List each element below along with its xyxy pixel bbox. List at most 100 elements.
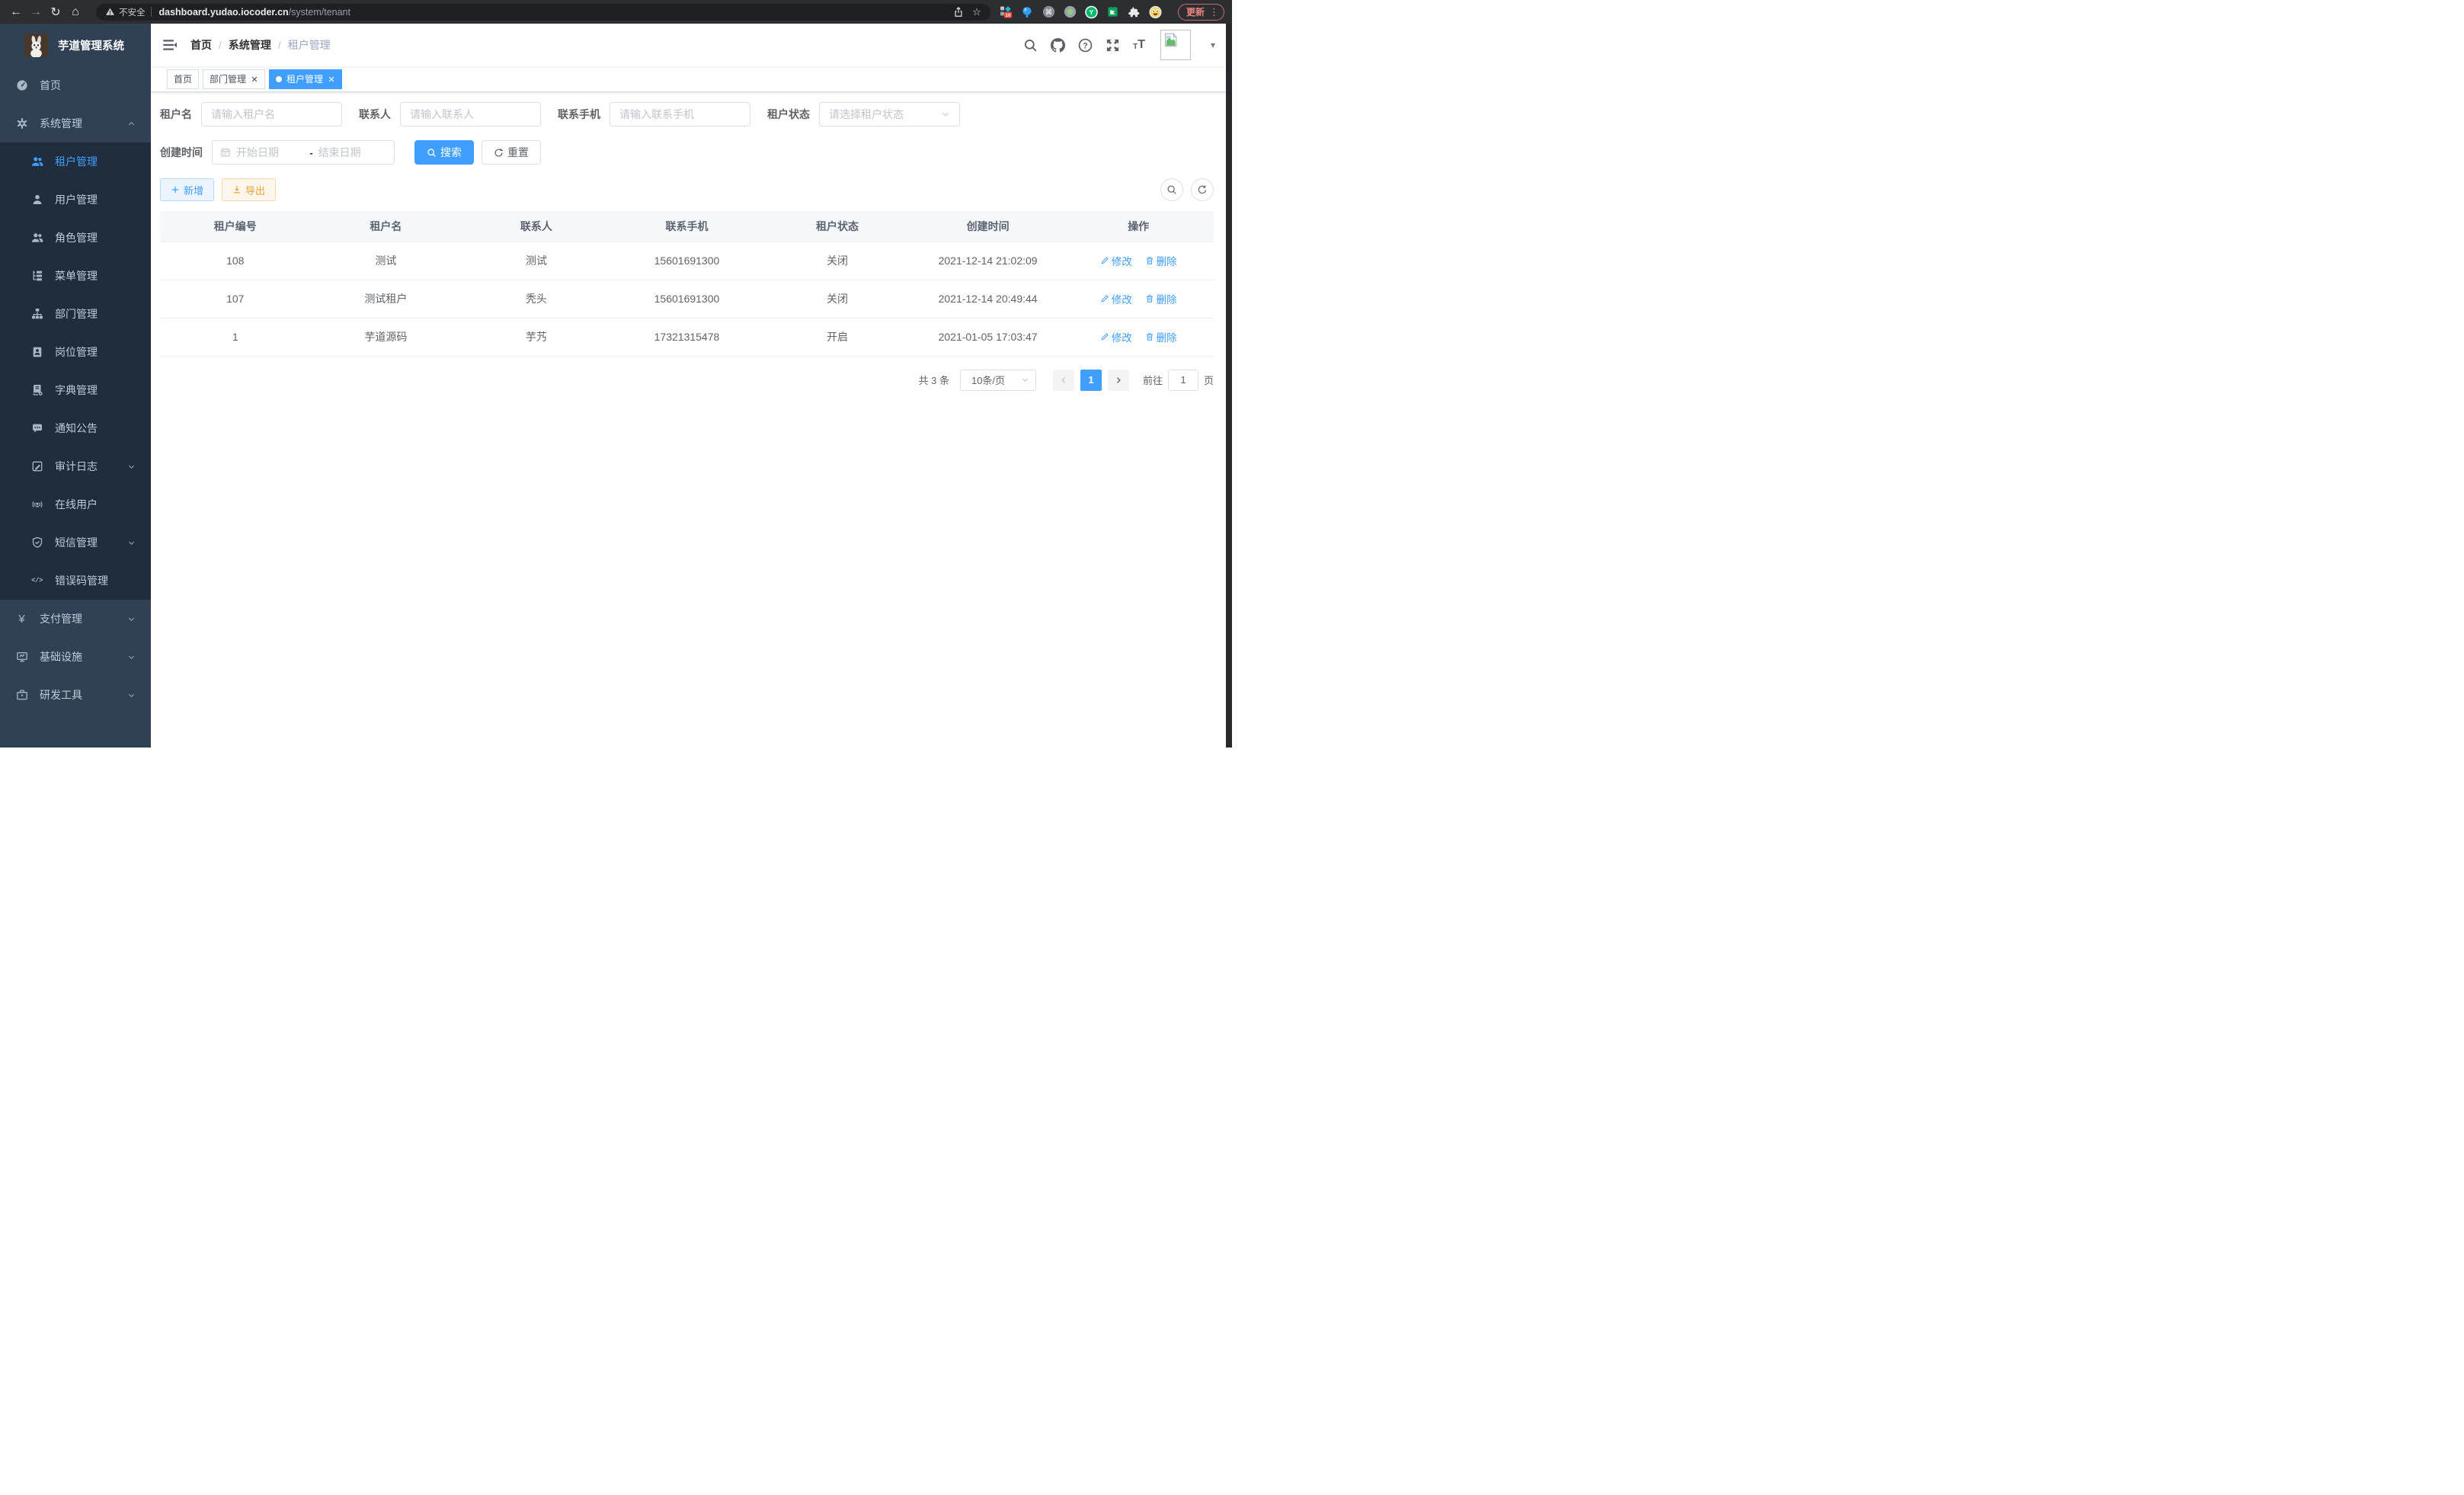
id-badge-icon (30, 346, 43, 359)
sidebar-item-sms[interactable]: 短信管理 (0, 523, 151, 562)
browser-menu-kebab-icon[interactable]: ⋮ (1209, 6, 1219, 18)
app-logo[interactable]: 芋道管理系统 (0, 24, 151, 66)
url-text[interactable]: dashboard.yudao.iocoder.cn/system/tenant (159, 7, 350, 18)
sidebar-item-home[interactable]: 首页 (0, 66, 151, 104)
breadcrumb-home[interactable]: 首页 (190, 37, 212, 53)
prev-page-button[interactable] (1053, 370, 1074, 391)
phone-input[interactable] (619, 108, 741, 120)
sidebar-item-tenant[interactable]: 租户管理 (0, 142, 151, 181)
browser-profile-avatar[interactable] (1149, 5, 1162, 18)
sidebar-item-pay[interactable]: ¥ 支付管理 (0, 600, 151, 638)
breadcrumb-system[interactable]: 系统管理 (229, 37, 271, 53)
address-bar[interactable]: 不安全 dashboard.yudao.iocoder.cn/system/te… (96, 4, 990, 21)
browser-back-icon[interactable]: ← (6, 2, 26, 22)
cell-phone: 15601691300 (612, 280, 763, 318)
export-button[interactable]: 导出 (222, 178, 276, 201)
page-size-select[interactable]: 10条/页 (960, 370, 1036, 391)
create-time-range-picker[interactable]: 开始日期 - 结束日期 (212, 140, 395, 165)
sidebar-item-label: 研发工具 (40, 687, 127, 703)
sidebar-item-user[interactable]: 用户管理 (0, 181, 151, 219)
tenant-name-input[interactable] (211, 108, 332, 120)
dashboard-icon (15, 79, 28, 92)
cell-tenant-id: 108 (160, 242, 311, 280)
sidebar-toggle-hamburger-icon[interactable] (162, 37, 178, 53)
briefcase-icon (15, 689, 28, 702)
col-tenant-name: 租户名 (311, 211, 462, 242)
chevron-down-icon (127, 615, 136, 623)
sidebar-item-label: 错误码管理 (55, 573, 136, 588)
extension-balloon-icon[interactable] (1021, 5, 1034, 18)
logo-rabbit-image (24, 34, 48, 57)
add-button[interactable]: 新增 (160, 178, 214, 201)
end-date-placeholder: 结束日期 (318, 145, 386, 160)
browser-reload-icon[interactable]: ↻ (46, 2, 66, 22)
refresh-table-icon[interactable] (1191, 178, 1214, 201)
tenants-users-icon (30, 155, 43, 168)
sidebar-item-audit-log[interactable]: 审计日志 (0, 447, 151, 485)
sidebar-item-error-code[interactable]: </> 错误码管理 (0, 562, 151, 600)
status-select[interactable]: 请选择租户状态 (819, 102, 960, 126)
browser-update-button[interactable]: 更新 ⋮ (1178, 4, 1224, 21)
sidebar-item-online-users[interactable]: 在线用户 (0, 485, 151, 523)
org-chart-icon (30, 308, 43, 321)
delete-link[interactable]: 删除 (1145, 329, 1177, 344)
next-page-button[interactable] (1108, 370, 1129, 391)
cell-tenant-name: 芋道源码 (311, 318, 462, 356)
fullscreen-icon[interactable] (1106, 38, 1120, 53)
delete-link[interactable]: 删除 (1145, 253, 1177, 268)
page-number-current[interactable]: 1 (1080, 370, 1102, 391)
extensions-puzzle-icon[interactable] (1128, 5, 1141, 18)
tree-menu-icon (30, 270, 43, 283)
table-tools (1160, 178, 1214, 201)
extension-notes-icon[interactable] (1106, 5, 1119, 18)
sidebar-item-dept[interactable]: 部门管理 (0, 295, 151, 333)
github-icon[interactable] (1051, 38, 1065, 53)
extension-yuque-icon[interactable]: Y (1085, 5, 1098, 18)
sidebar-item-label: 岗位管理 (55, 344, 136, 360)
sidebar-item-role[interactable]: 角色管理 (0, 219, 151, 257)
share-icon[interactable] (949, 4, 968, 21)
cell-status: 关闭 (762, 242, 913, 280)
tags-view-bar: 首页 部门管理 租户管理 (151, 66, 1226, 92)
bookmark-star-icon[interactable]: ☆ (968, 4, 986, 21)
sidebar-item-infra[interactable]: 基础设施 (0, 638, 151, 676)
edit-link[interactable]: 修改 (1100, 291, 1132, 306)
tenant-name-input-wrap (201, 102, 342, 126)
help-question-icon[interactable]: ? (1078, 38, 1093, 53)
goto-page-input[interactable] (1168, 370, 1198, 391)
filter-contact: 联系人 (359, 102, 541, 126)
security-label[interactable]: 不安全 (119, 6, 146, 18)
show-search-toggle-icon[interactable] (1160, 178, 1183, 201)
tab-close-icon[interactable] (328, 75, 335, 83)
page-scrollbar[interactable] (1226, 24, 1232, 748)
user-icon (30, 194, 43, 206)
extension-tabs-icon[interactable]: 10 (1000, 5, 1013, 18)
edit-link[interactable]: 修改 (1100, 253, 1132, 268)
extension-command-icon[interactable]: ⌘ (1042, 5, 1055, 18)
sidebar-item-dict[interactable]: 字典管理 (0, 371, 151, 409)
extension-recorder-icon[interactable] (1064, 5, 1077, 18)
sidebar-item-system[interactable]: 系统管理 (0, 104, 151, 142)
user-avatar[interactable] (1160, 30, 1191, 60)
chevron-down-icon (127, 539, 136, 547)
font-size-icon[interactable]: TT (1133, 39, 1145, 51)
tab-close-icon[interactable] (251, 75, 258, 83)
goto-label: 前往 (1143, 373, 1163, 387)
contact-input[interactable] (410, 108, 531, 120)
delete-link[interactable]: 删除 (1145, 291, 1177, 306)
browser-home-icon[interactable]: ⌂ (66, 2, 85, 22)
tab-tenant[interactable]: 租户管理 (269, 69, 342, 89)
avatar-caret-down-icon[interactable]: ▾ (1211, 40, 1215, 50)
sidebar-item-notice[interactable]: 通知公告 (0, 409, 151, 447)
edit-link[interactable]: 修改 (1100, 329, 1132, 344)
tab-home[interactable]: 首页 (167, 69, 199, 89)
header-search-icon[interactable] (1023, 38, 1038, 53)
tab-dept[interactable]: 部门管理 (203, 69, 265, 89)
chevron-down-icon (127, 691, 136, 699)
browser-forward-icon[interactable]: → (26, 2, 46, 22)
sidebar-item-post[interactable]: 岗位管理 (0, 333, 151, 371)
sidebar-item-menu[interactable]: 菜单管理 (0, 257, 151, 295)
reset-button[interactable]: 重置 (482, 140, 541, 165)
sidebar-item-dev-tools[interactable]: 研发工具 (0, 676, 151, 714)
search-button[interactable]: 搜索 (414, 140, 474, 165)
